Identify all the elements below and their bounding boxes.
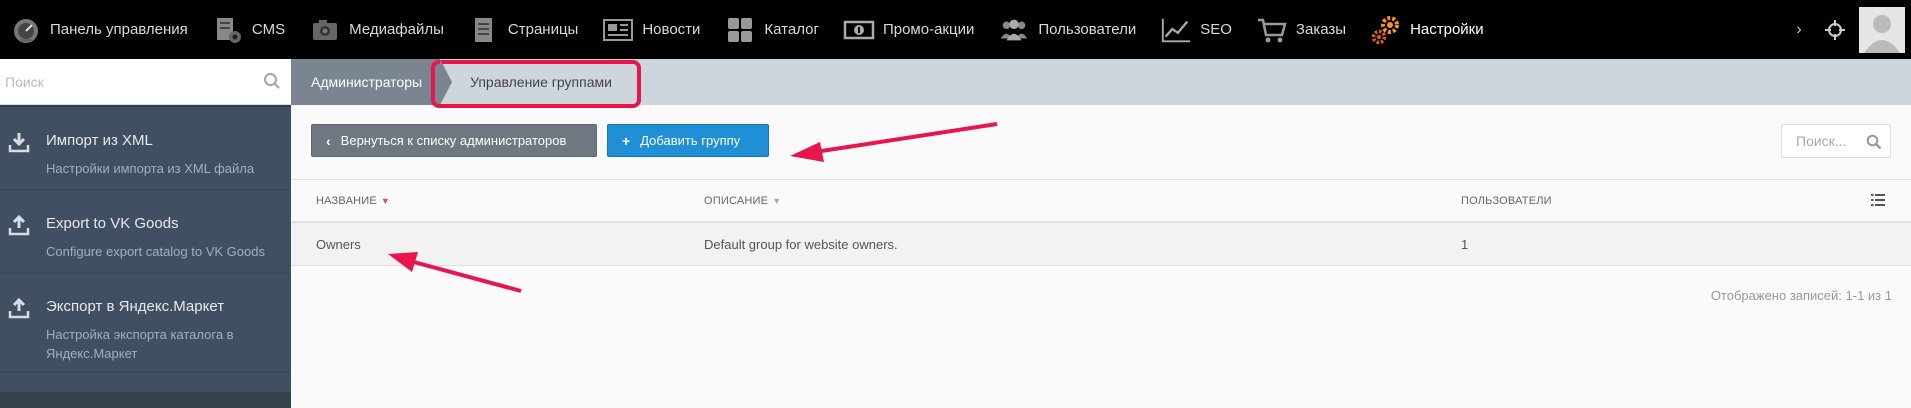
breadcrumb-parent-link[interactable]: Администраторы	[291, 59, 453, 105]
nav-label: Каталог	[764, 21, 819, 38]
sidebar-search	[0, 59, 291, 105]
sidebar-item-title: Export to VK Goods	[46, 215, 179, 232]
nav-item-news[interactable]: Новости	[592, 0, 714, 59]
nav-item-promo[interactable]: Промо-акции	[833, 0, 988, 59]
nav-label: Заказы	[1295, 21, 1347, 38]
sidebar-search-input[interactable]	[0, 59, 291, 105]
table-row[interactable]: Owners Default group for website owners.…	[291, 223, 1911, 266]
search-icon[interactable]	[1866, 134, 1882, 153]
sidebar-item-description: Настройка экспорта каталога в Яндекс.Мар…	[46, 327, 234, 361]
nav-item-cms[interactable]: CMS	[202, 0, 299, 59]
add-group-button[interactable]: + Добавить группу	[607, 124, 769, 157]
crosshair-icon[interactable]	[1815, 0, 1855, 59]
back-to-admins-button[interactable]: ‹ Вернуться к списку администраторов	[311, 124, 597, 157]
sidebar-item-description: Configure export catalog to VK Goods	[46, 244, 265, 259]
camera-icon	[309, 14, 341, 46]
cell-group-description: Default group for website owners.	[704, 237, 898, 252]
sidebar-item-yandex-export[interactable]: Экспорт в Яндекс.Маркет Настройка экспор…	[0, 273, 291, 373]
groups-table: НАЗВАНИЕ ▼ ОПИСАНИЕ ▼ ПОЛЬЗОВАТЕЛИ Owners …	[291, 179, 1911, 266]
top-navigation-bar: Панель управления CMS Медиафайлы Страниц…	[0, 0, 1911, 59]
nav-label: Медиафайлы	[349, 21, 444, 38]
nav-item-dashboard[interactable]: Панель управления	[0, 0, 202, 59]
nav-label: Настройки	[1410, 21, 1484, 38]
grid-icon	[724, 14, 756, 46]
table-search-input[interactable]	[1782, 125, 1862, 157]
newspaper-icon	[602, 14, 634, 46]
nav-item-pages[interactable]: Страницы	[458, 0, 592, 59]
sidebar-item-vk-export[interactable]: Export to VK Goods Configure export cata…	[0, 190, 291, 273]
chevron-right-icon[interactable]: ›	[1789, 21, 1809, 39]
search-icon[interactable]	[263, 72, 281, 93]
gears-icon	[1370, 14, 1402, 46]
nav-item-media[interactable]: Медиафайлы	[299, 0, 458, 59]
plus-icon: +	[622, 132, 631, 149]
speedometer-icon	[10, 14, 42, 46]
nav-label: Панель управления	[50, 21, 188, 38]
sidebar-list: Импорт из XML Настройки импорта из XML ф…	[0, 107, 291, 408]
pages-icon	[468, 14, 500, 46]
back-button-label: Вернуться к списку администраторов	[340, 133, 567, 148]
cart-icon	[1256, 14, 1288, 46]
chart-line-icon	[1160, 14, 1192, 46]
cell-group-name[interactable]: Owners	[316, 237, 361, 252]
nav-label: Пользователи	[1038, 21, 1137, 38]
nav-label: CMS	[251, 21, 286, 38]
table-header: НАЗВАНИЕ ▼ ОПИСАНИЕ ▼ ПОЛЬЗОВАТЕЛИ	[291, 179, 1911, 223]
highlight-annotation-box	[431, 60, 641, 108]
nav-item-catalog[interactable]: Каталог	[714, 0, 833, 59]
nav-item-settings[interactable]: Настройки	[1360, 0, 1498, 59]
nav-item-orders[interactable]: Заказы	[1246, 0, 1360, 59]
sidebar-footer-strip	[0, 392, 291, 408]
cms-icon	[212, 14, 244, 46]
add-button-label: Добавить группу	[640, 133, 741, 148]
upload-icon	[8, 297, 30, 322]
cell-users-count: 1	[1461, 237, 1469, 252]
users-icon	[998, 14, 1030, 46]
topbar-right-tools: ›	[1789, 0, 1911, 59]
table-search	[1781, 124, 1891, 158]
column-header-name[interactable]: НАЗВАНИЕ ▼	[316, 195, 390, 207]
chevron-left-icon: ‹	[326, 132, 331, 149]
sidebar-item-xml-import[interactable]: Импорт из XML Настройки импорта из XML ф…	[0, 107, 291, 190]
avatar[interactable]	[1859, 6, 1905, 53]
banknote-icon	[843, 14, 875, 46]
nav-label: Новости	[642, 21, 701, 38]
nav-item-users[interactable]: Пользователи	[988, 0, 1150, 59]
nav-label: Страницы	[507, 21, 579, 38]
sidebar-item-title: Экспорт в Яндекс.Маркет	[46, 298, 225, 315]
upload-icon	[8, 214, 30, 239]
column-header-users[interactable]: ПОЛЬЗОВАТЕЛИ	[1461, 195, 1552, 207]
sort-icon: ▼	[772, 196, 782, 206]
nav-item-seo[interactable]: SEO	[1150, 0, 1246, 59]
arrow-to-add-button	[790, 122, 998, 162]
sidebar-item-title: Импорт из XML	[46, 132, 153, 149]
column-header-description[interactable]: ОПИСАНИЕ ▼	[704, 195, 781, 207]
sidebar: Импорт из XML Настройки импорта из XML ф…	[0, 59, 291, 408]
sort-desc-icon: ▼	[380, 196, 391, 206]
records-count: Отображено записей: 1-1 из 1	[1710, 288, 1892, 303]
download-icon	[8, 131, 30, 156]
nav-label: SEO	[1200, 21, 1232, 38]
column-settings-icon[interactable]	[1871, 194, 1885, 209]
sidebar-item-description: Настройки импорта из XML файла	[46, 161, 255, 176]
nav-label: Промо-акции	[882, 21, 975, 38]
